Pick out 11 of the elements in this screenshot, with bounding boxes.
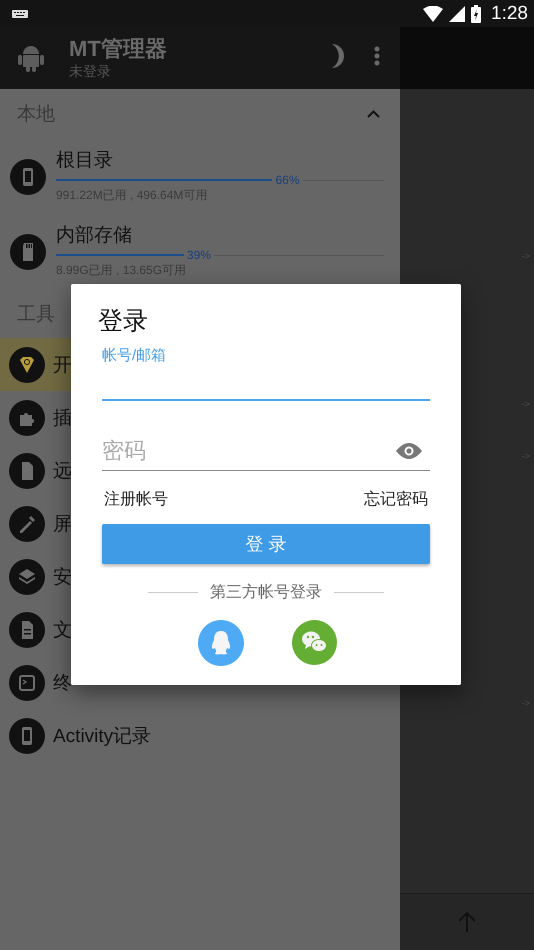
dialog-title: 登录 [98, 306, 148, 337]
usage-percent: 39% [184, 248, 214, 262]
arrow-marker: -> [522, 251, 530, 261]
arrow-marker: -> [522, 698, 530, 708]
usage-percent: 66% [272, 173, 302, 187]
login-status: 未登录 [69, 62, 112, 80]
arrow-marker: -> [522, 399, 530, 409]
arrow-marker: -> [522, 451, 530, 461]
status-time: 1:28 [491, 2, 528, 24]
app-title: MT管理器 [69, 36, 168, 62]
third-party-label: 第三方帐号登录 [210, 582, 322, 603]
